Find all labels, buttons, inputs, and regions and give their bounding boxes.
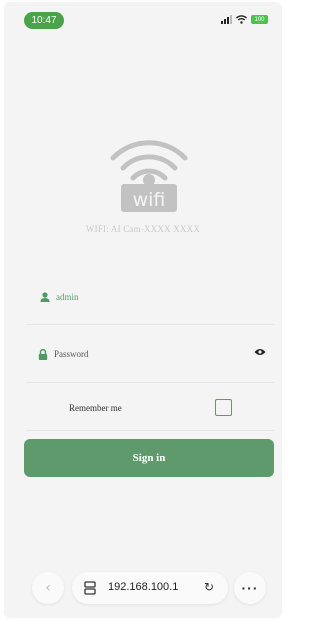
chevron-left-icon: ‹ bbox=[45, 580, 51, 596]
lock-icon bbox=[38, 348, 48, 360]
sign-in-button[interactable]: Sign in bbox=[24, 439, 274, 477]
status-bar: 10:47 100 bbox=[4, 2, 282, 32]
user-icon bbox=[40, 292, 50, 302]
divider bbox=[26, 324, 274, 325]
username-value: admin bbox=[56, 292, 79, 302]
reload-icon[interactable]: ↻ bbox=[204, 580, 214, 594]
username-field[interactable]: admin bbox=[26, 288, 274, 306]
remember-me-label: Remember me bbox=[69, 403, 122, 413]
status-icons: 100 bbox=[221, 15, 268, 24]
status-time: 10:47 bbox=[24, 12, 64, 29]
phone-screen: 10:47 100 wifi WIFI: AI Cam-XXXX XXXX ad… bbox=[4, 2, 282, 618]
url-text: 192.168.100.1 bbox=[108, 581, 179, 593]
more-options-button[interactable]: ··· bbox=[234, 572, 266, 604]
wifi-logo-text: wifi bbox=[133, 189, 166, 211]
password-field[interactable]: Password bbox=[26, 345, 274, 363]
divider bbox=[26, 430, 274, 431]
back-button[interactable]: ‹ bbox=[32, 572, 64, 604]
password-placeholder: Password bbox=[54, 349, 89, 359]
cellular-signal-icon bbox=[221, 15, 232, 24]
battery-icon: 100 bbox=[251, 15, 268, 24]
remember-me-checkbox[interactable] bbox=[215, 399, 232, 416]
divider bbox=[26, 382, 274, 383]
wifi-logo-icon: wifi bbox=[110, 140, 188, 212]
tabs-icon[interactable] bbox=[84, 581, 96, 595]
wifi-icon bbox=[236, 15, 247, 24]
eye-icon[interactable] bbox=[254, 348, 266, 356]
wifi-name: WIFI: AI Cam-XXXX XXXX bbox=[85, 224, 201, 234]
address-bar[interactable]: 192.168.100.1 ↻ bbox=[72, 572, 228, 604]
remember-me-row: Remember me bbox=[26, 398, 274, 420]
